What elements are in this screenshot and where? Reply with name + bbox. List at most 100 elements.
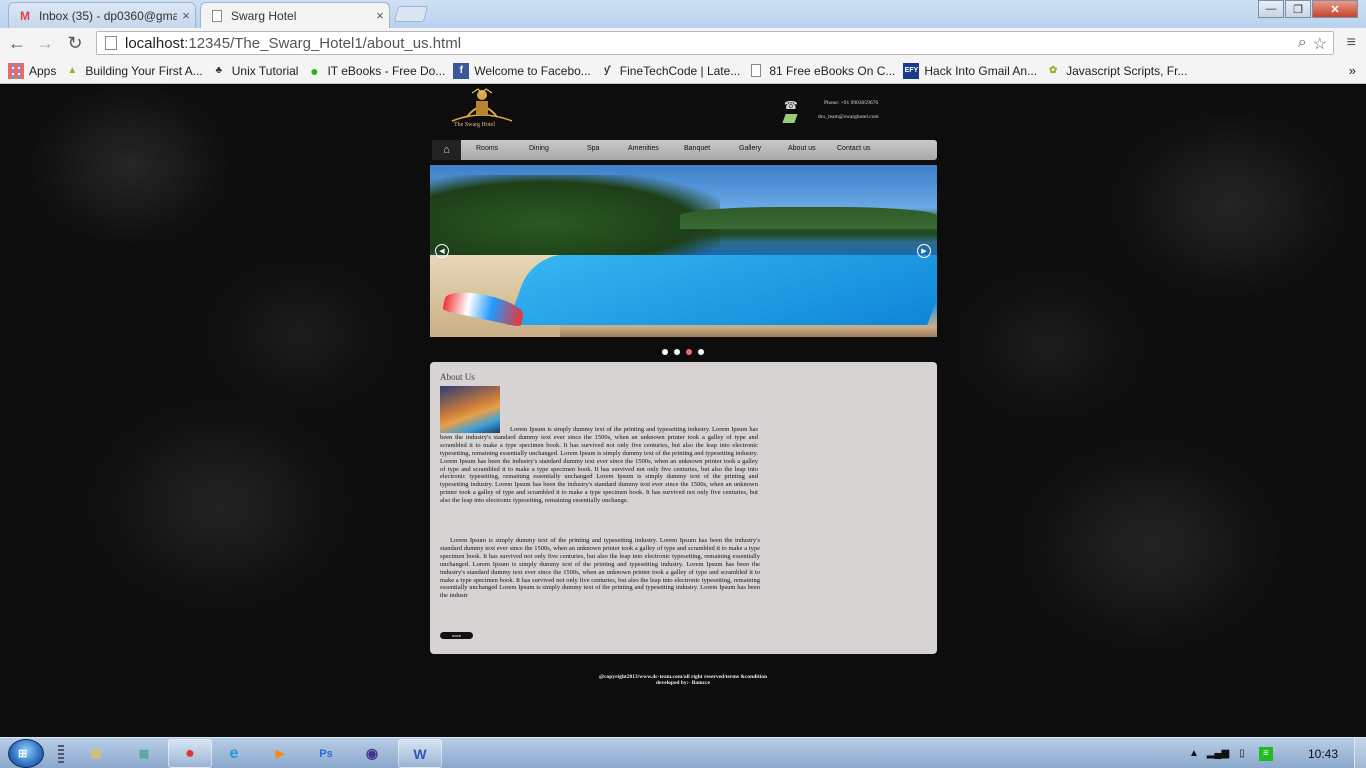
tab-label: Inbox (35) - dp0360@gma (39, 8, 177, 23)
media-player-icon[interactable]: ▶ (260, 739, 300, 768)
contact-phone: Phone: +91 9903059676 (824, 100, 879, 106)
bookmark-building-first-app[interactable]: ▲ Building Your First A... (64, 63, 202, 79)
slider-dot[interactable] (698, 349, 704, 355)
window-controls: — ❐ ✕ (1257, 0, 1358, 18)
bookmark-label: Unix Tutorial (231, 63, 299, 78)
home-icon[interactable]: ⌂ (432, 140, 461, 160)
nav-banquet[interactable]: Banquet (684, 145, 710, 152)
show-hidden-icons-icon[interactable]: ▲ (1187, 747, 1201, 761)
bookmark-finetechcode[interactable]: ƴ FineTechCode | Late... (599, 63, 741, 79)
image-slider: ◀ ▶ (430, 165, 937, 337)
nav-gallery[interactable]: Gallery (739, 145, 761, 152)
js-icon: ✿ (1048, 65, 1058, 76)
windows-explorer-icon[interactable]: ▦ (124, 739, 164, 768)
tab-close-icon[interactable]: × (371, 8, 389, 23)
internet-explorer-icon[interactable]: e (214, 739, 254, 768)
ftc-icon: ƴ (604, 65, 610, 76)
footer-developer: developed by:- Bamcce (655, 680, 711, 686)
app-tray-icon[interactable]: ≡ (1258, 746, 1273, 761)
bookmark-unix-tutorial[interactable]: ♣ Unix Tutorial (211, 63, 299, 79)
bookmark-apps[interactable]: Apps (8, 62, 57, 79)
slider-next-icon[interactable]: ▶ (917, 244, 931, 258)
chrome-icon[interactable]: ● (168, 739, 212, 768)
bookmark-javascript-scripts[interactable]: ✿ Javascript Scripts, Fr... (1045, 63, 1188, 79)
hotel-page: The Swarg Hotel ☎ Phone: +91 9903059676 … (0, 85, 1366, 737)
facebook-icon: f (453, 62, 470, 79)
slider-image-trees (430, 175, 720, 255)
bookmark-label: Welcome to Facebo... (474, 63, 591, 78)
page-icon (105, 36, 117, 50)
minimize-button[interactable]: — (1258, 0, 1284, 18)
bookmark-hack-gmail[interactable]: EFY Hack Into Gmail An... (903, 62, 1038, 79)
slider-dot[interactable] (686, 349, 692, 355)
logo-text: The Swarg Hotel (454, 122, 495, 128)
about-paragraph-2: Lorem Ipsum is simply dummy text of the … (440, 537, 760, 600)
nav-about-us[interactable]: About us (788, 145, 816, 152)
phone-icon: ☎ (784, 100, 798, 112)
battery-icon[interactable]: ▯ (1235, 747, 1249, 761)
page-title: About Us (440, 372, 475, 382)
contact-email[interactable]: dcs_team@swarghotel.com (818, 114, 879, 120)
tab-swarg-hotel[interactable]: Swarg Hotel × (200, 2, 390, 28)
back-button[interactable]: ← (6, 33, 28, 53)
nav-amenities[interactable]: Amenities (628, 145, 659, 152)
apps-grid-icon (8, 62, 24, 79)
network-signal-icon[interactable]: ▂▄▆ (1207, 747, 1229, 761)
reload-button[interactable]: ↻ (64, 33, 86, 53)
nav-dining[interactable]: Dining (529, 145, 549, 152)
bookmark-label: Hack Into Gmail An... (924, 63, 1038, 78)
page-footer: @copyright2013/www.dc-team.com/all right… (540, 674, 826, 686)
address-url: localhost:12345/The_Swarg_Hotel1/about_u… (125, 35, 461, 52)
unix-icon: ♣ (215, 65, 223, 76)
bookmark-label: IT eBooks - Free Do... (327, 63, 446, 78)
nav-spa[interactable]: Spa (587, 145, 599, 152)
new-tab-button[interactable] (393, 6, 429, 22)
eclipse-icon[interactable]: ◉ (352, 739, 392, 768)
gmail-icon: M (20, 8, 30, 23)
bookmark-label: 81 Free eBooks On C... (769, 63, 896, 78)
show-desktop-button[interactable] (1354, 738, 1366, 768)
efy-icon: EFY (903, 62, 920, 79)
clock[interactable]: 10:43 (1308, 747, 1338, 761)
more-button[interactable]: more (440, 632, 473, 639)
slider-prev-icon[interactable]: ◀ (435, 244, 449, 258)
explorer-folder-icon[interactable]: ▤ (76, 739, 116, 768)
main-navigation: ⌂ Rooms Dining Spa Amenities Banquet Gal… (432, 140, 937, 160)
chrome-menu-icon[interactable]: ≡ (1347, 34, 1356, 52)
nav-contact-us[interactable]: Contact us (837, 145, 870, 152)
bookmark-facebook[interactable]: f Welcome to Facebo... (453, 62, 591, 79)
forward-button[interactable]: → (34, 33, 56, 53)
page-icon (209, 9, 225, 23)
slider-dot[interactable] (674, 349, 680, 355)
start-button[interactable]: ⊞ (8, 739, 44, 768)
about-panel: About Us Lorem Ipsum is simply dummy tex… (430, 362, 937, 654)
tab-gmail[interactable]: M Inbox (35) - dp0360@gma × (8, 2, 196, 28)
page-icon (748, 63, 764, 79)
search-icon[interactable]: ⌕ (1298, 34, 1307, 54)
windows-taskbar: ⊞ ▤ ▦ ● e ▶ Ps ◉ W ▲ ▂▄▆ ▯ ≡ 10:43 (0, 737, 1366, 768)
system-tray: ▲ ▂▄▆ ▯ ≡ 10:43 (1182, 738, 1366, 768)
photoshop-icon[interactable]: Ps (306, 739, 346, 768)
nav-rooms[interactable]: Rooms (476, 145, 498, 152)
bookmark-it-ebooks[interactable]: ● IT eBooks - Free Do... (306, 63, 445, 79)
slider-dots (662, 349, 704, 355)
url-host: localhost (125, 34, 185, 52)
address-bar[interactable]: localhost:12345/The_Swarg_Hotel1/about_u… (96, 31, 1334, 55)
bookmark-star-icon[interactable]: ☆ (1313, 34, 1327, 54)
bookmarks-overflow-icon[interactable]: » (1349, 63, 1356, 78)
tab-close-icon[interactable]: × (177, 8, 195, 23)
bookmark-label: FineTechCode | Late... (619, 63, 741, 78)
bookmark-81-free-ebooks[interactable]: 81 Free eBooks On C... (748, 63, 895, 79)
maximize-button[interactable]: ❐ (1285, 0, 1311, 18)
word-icon[interactable]: W (398, 739, 442, 768)
mail-icon (782, 114, 798, 123)
close-window-button[interactable]: ✕ (1312, 0, 1358, 18)
url-path: :12345/The_Swarg_Hotel1/about_us.html (184, 34, 462, 52)
bookmarks-bar: Apps ▲ Building Your First A... ♣ Unix T… (0, 58, 1366, 84)
green-dot-icon: ● (310, 62, 319, 79)
bookmark-label: Apps (29, 63, 57, 78)
taskbar-grip (58, 744, 64, 763)
browser-toolbar: ← → ↻ localhost:12345/The_Swarg_Hotel1/a… (0, 28, 1366, 58)
slider-dot[interactable] (662, 349, 668, 355)
tab-label: Swarg Hotel (231, 8, 297, 23)
